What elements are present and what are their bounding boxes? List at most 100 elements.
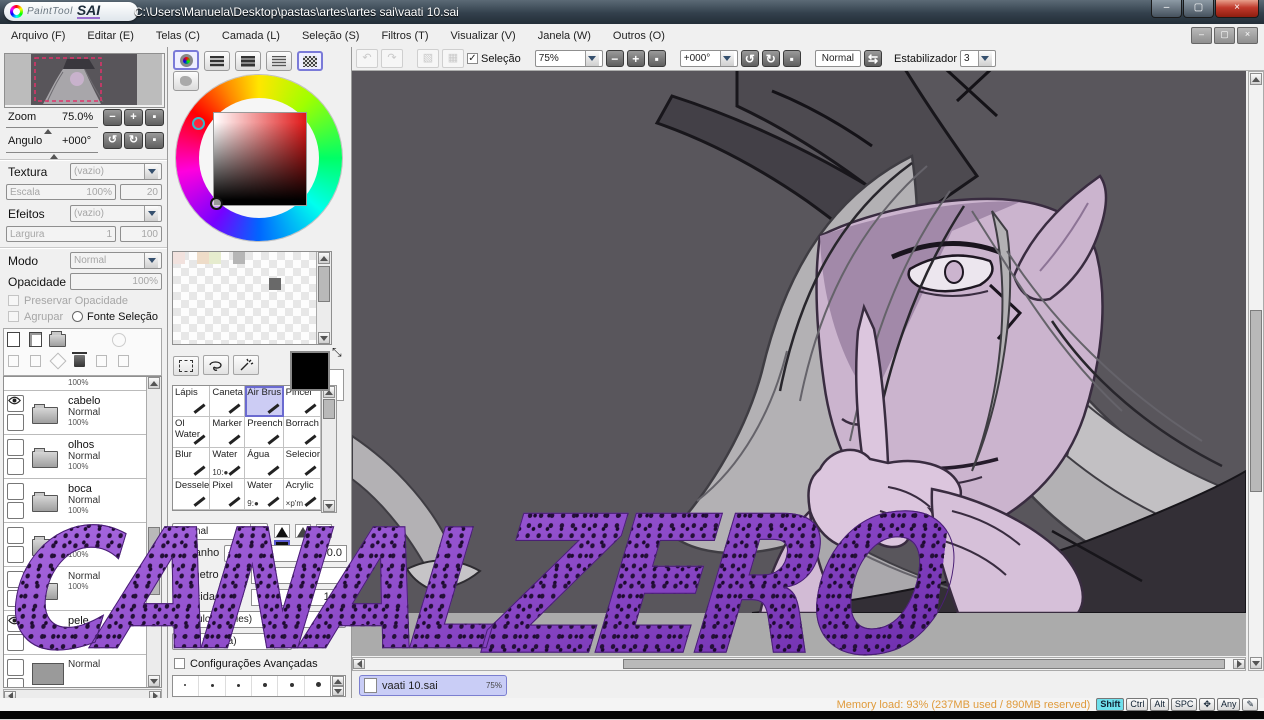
texture-aux-field[interactable]: 20 [120,184,162,200]
tool-water10[interactable]: Water 10:● [210,448,246,479]
layer-visibility-toggle[interactable] [7,527,24,544]
rotate-reset-button[interactable]: ▪ [145,132,164,149]
new-layer-button[interactable] [5,331,22,348]
layer-visibility-toggle[interactable] [7,439,24,456]
layer-select-checkbox[interactable] [7,634,24,651]
scroll-down-button[interactable] [148,675,160,687]
scrollbar-thumb[interactable] [623,659,1225,669]
canvas-rotate-ccw-button[interactable]: ↺ [740,50,759,67]
tool-caneta[interactable]: Caneta [210,386,246,417]
edge-soft-button[interactable] [295,524,312,538]
shift-key-button[interactable]: Shift [1096,698,1125,711]
rotate-cw-button[interactable]: ↻ [124,132,143,149]
canvas-hscrollbar[interactable] [352,657,1246,671]
new-linework-layer-button[interactable] [27,331,44,348]
zoom-reset-button[interactable]: ▪ [145,109,164,126]
brush-size-preset[interactable] [173,676,200,696]
layer-opacity-field[interactable]: 100% [70,273,162,290]
flip-horizontal-button[interactable]: ⇆ [864,50,882,67]
preset-scroll[interactable] [329,676,345,696]
canvas-vscrollbar[interactable] [1248,71,1264,671]
rgb-slider-tab[interactable] [204,51,231,71]
texture-scale-field[interactable]: Escala 100% [6,184,116,200]
layer-select-checkbox[interactable] [7,502,24,519]
swatches-tab[interactable] [297,51,324,71]
clear-layer-button[interactable] [49,352,67,370]
menu-janela[interactable]: Janela (W) [527,30,602,42]
layer-visibility-toggle[interactable] [7,615,24,632]
brush-size-preset[interactable] [278,676,305,696]
rotate-ccw-button[interactable]: ↺ [103,132,122,149]
tool-grid-scrollbar[interactable] [321,385,337,513]
layer-row-partial-top[interactable]: 100% [4,377,147,391]
zoom-in-button[interactable]: + [124,109,143,126]
move-modifier-button[interactable]: ✥ [1199,698,1215,711]
hsv-slider-tab[interactable] [235,51,262,71]
tool-marker[interactable]: Marker [210,417,246,448]
canvas-viewport[interactable] [351,54,1248,656]
tool-desselecionar[interactable]: Dessele [173,479,211,510]
advanced-settings-checkbox[interactable] [174,658,185,669]
scroll-down-button[interactable] [323,500,335,512]
menu-outros[interactable]: Outros (O) [602,30,676,42]
canvas-rotate-cw-button[interactable]: ↻ [761,50,780,67]
alt-key-button[interactable]: Alt [1150,698,1169,711]
canvas-zoom-select[interactable]: 75% [534,50,603,67]
lasso-tool[interactable] [203,355,230,375]
minimize-button[interactable]: – [1151,0,1182,18]
stabilizer-select[interactable]: 3 [959,50,996,67]
brush-size-preset[interactable] [252,676,279,696]
effects-select[interactable]: (vazio) [70,205,162,222]
layer-visibility-toggle[interactable] [7,483,24,500]
brush-size-preset[interactable] [226,676,252,696]
scrollbar-thumb[interactable] [323,399,335,419]
layer-list-scrollbar[interactable] [146,377,161,687]
scroll-left-button[interactable] [353,659,365,669]
foreground-color-swatch[interactable] [290,351,330,391]
tool-pixel[interactable]: Pixel [210,479,246,510]
group-checkbox[interactable] [8,311,19,322]
scroll-down-button[interactable] [1250,657,1262,669]
layer-row-olhos[interactable]: olhos Normal 100% [4,435,147,479]
swatch-scrollbar[interactable] [316,252,331,344]
menu-visualizar[interactable]: Visualizar (V) [440,30,527,42]
tool-olwater[interactable]: Ol Water [173,417,211,448]
layer-select-checkbox[interactable] [7,546,24,563]
selection-source-radio[interactable] [72,311,83,322]
scroll-up-button[interactable] [148,377,160,389]
menu-camada[interactable]: Camada (L) [211,30,291,42]
tool-blur[interactable]: Blur [173,448,211,479]
close-button[interactable]: × [1215,0,1259,18]
tool-borracha[interactable]: Borrach [283,417,321,448]
canvas-zoom-in-button[interactable]: + [626,50,645,67]
brush-size-slider[interactable]: 100.0 [251,545,347,562]
any-key-button[interactable]: Any [1216,698,1241,711]
menu-selecao[interactable]: Seleção (S) [291,30,370,42]
grid-button[interactable]: ▦ [442,49,464,68]
layer-row-boca[interactable]: boca Normal 100% [4,479,147,523]
menu-filtros[interactable]: Filtros (T) [370,30,439,42]
swatch-panel[interactable] [172,251,332,345]
brush-shape-value[interactable]: 50 [296,611,346,628]
brush-shape-select[interactable]: (Circulo Simples) [172,611,292,628]
mdi-minimize-button[interactable]: – [1191,27,1212,44]
canvas-angle-select[interactable]: +000° [679,50,738,67]
paste-layer-button[interactable] [115,353,132,370]
magic-wand-tool[interactable] [233,355,260,375]
menu-telas[interactable]: Telas (C) [145,30,211,42]
mdi-close-button[interactable]: × [1237,27,1258,44]
tool-airbrush[interactable]: Air Brus [245,386,284,417]
layer-visibility-toggle[interactable] [7,395,24,412]
scrollbar-thumb[interactable] [148,527,160,595]
layer-select-checkbox[interactable] [7,678,24,687]
swatch[interactable] [173,252,185,264]
saturation-value-square[interactable] [213,112,307,206]
tool-lapis[interactable]: Lápis [173,386,211,417]
layer-select-checkbox[interactable] [7,458,24,475]
color-mixer-tab[interactable] [266,51,293,71]
nav-zoom-slider[interactable] [6,127,98,134]
scroll-up-button[interactable] [318,252,330,264]
tool-preench[interactable]: Preench [245,417,284,448]
canvas-rotate-reset-button[interactable]: ▪ [782,50,801,67]
layer-row-partial-bottom[interactable]: Normal [4,655,147,687]
